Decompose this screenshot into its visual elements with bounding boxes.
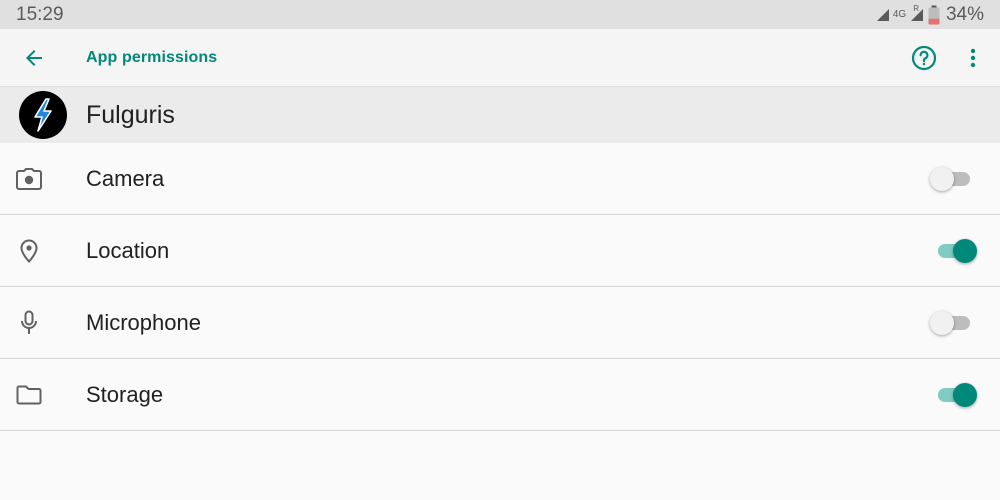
location-toggle[interactable] bbox=[930, 237, 978, 265]
help-circle-icon bbox=[911, 45, 937, 70]
toggle-thumb bbox=[930, 166, 954, 191]
app-name: Fulguris bbox=[86, 100, 175, 129]
permission-row-camera[interactable]: Camera bbox=[0, 143, 1000, 215]
permission-label: Storage bbox=[86, 381, 164, 407]
toggle-thumb bbox=[930, 310, 954, 335]
permission-label: Camera bbox=[86, 165, 165, 191]
permission-label: Microphone bbox=[86, 309, 201, 335]
network-type-label: 4G bbox=[892, 9, 907, 20]
back-button[interactable] bbox=[14, 38, 54, 78]
battery-icon bbox=[928, 5, 940, 24]
help-button[interactable] bbox=[904, 38, 944, 78]
status-bar: 15:29 4G R 34% bbox=[0, 0, 1000, 29]
permission-list: Camera Location Microphone Storage bbox=[0, 143, 1000, 431]
app-logo bbox=[19, 91, 67, 139]
battery-percent: 34% bbox=[945, 3, 984, 25]
camera-icon bbox=[16, 166, 42, 192]
app-bar: App permissions bbox=[0, 29, 1000, 86]
roaming-label: R bbox=[913, 4, 919, 13]
more-options-button[interactable] bbox=[956, 38, 990, 78]
camera-toggle[interactable] bbox=[930, 165, 978, 193]
microphone-icon bbox=[16, 310, 42, 336]
arrow-back-icon bbox=[26, 49, 42, 66]
permission-label: Location bbox=[86, 237, 170, 263]
status-icons: 4G R 34% bbox=[876, 4, 984, 26]
signal-icon bbox=[876, 8, 889, 21]
permission-row-microphone[interactable]: Microphone bbox=[0, 287, 1000, 359]
location-pin-icon bbox=[16, 238, 42, 264]
microphone-toggle[interactable] bbox=[930, 309, 978, 337]
app-header: Fulguris bbox=[0, 86, 1000, 143]
toggle-thumb bbox=[953, 382, 977, 407]
toggle-thumb bbox=[953, 238, 977, 263]
status-time: 15:29 bbox=[16, 3, 64, 25]
page-title: App permissions bbox=[86, 48, 218, 66]
storage-toggle[interactable] bbox=[930, 381, 978, 409]
lightning-bolt-logo bbox=[34, 98, 52, 132]
more-vert-icon bbox=[970, 48, 976, 67]
permission-row-location[interactable]: Location bbox=[0, 215, 1000, 287]
folder-icon bbox=[16, 382, 42, 408]
permission-row-storage[interactable]: Storage bbox=[0, 359, 1000, 431]
